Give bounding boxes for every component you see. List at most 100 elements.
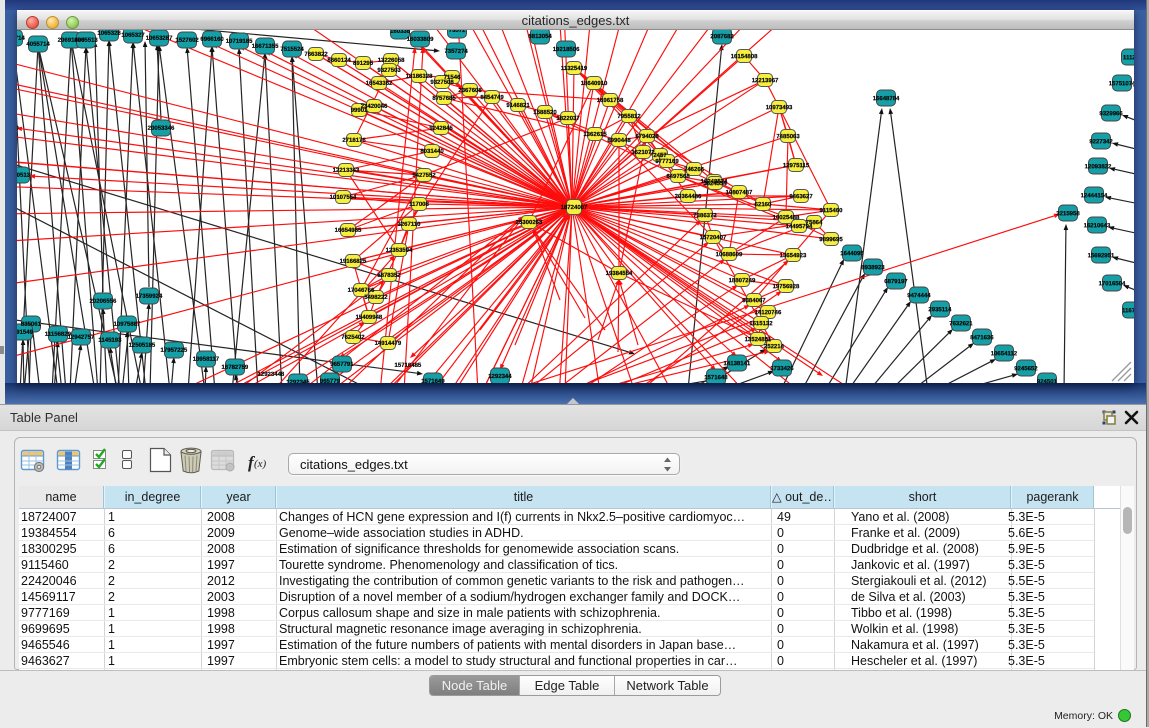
svg-text:25300263: 25300263 — [516, 220, 543, 226]
svg-text:10807487: 10807487 — [726, 190, 753, 196]
svg-text:9427552: 9427552 — [412, 173, 436, 179]
svg-text:1588520: 1588520 — [533, 110, 557, 116]
svg-text:1621072: 1621072 — [631, 150, 655, 156]
svg-text:14138141: 14138141 — [724, 361, 751, 367]
svg-text:9115460: 9115460 — [819, 208, 843, 214]
svg-text:9899695: 9899695 — [819, 237, 843, 243]
svg-text:835061: 835061 — [21, 322, 42, 328]
svg-text:891295: 891295 — [353, 61, 374, 67]
svg-text:12942757: 12942757 — [68, 335, 95, 341]
svg-text:14914479: 14914479 — [375, 341, 402, 347]
svg-text:8454749: 8454749 — [480, 95, 504, 101]
svg-text:9474444: 9474444 — [907, 293, 931, 299]
svg-text:9146821: 9146821 — [506, 103, 530, 109]
svg-text:8990448: 8990448 — [607, 138, 631, 144]
svg-text:10719185: 10719185 — [226, 39, 253, 45]
svg-text:2718176: 2718176 — [342, 138, 366, 144]
svg-text:20053346: 20053346 — [148, 126, 175, 132]
svg-text:11125: 11125 — [1123, 55, 1134, 61]
svg-text:7515524: 7515524 — [280, 47, 304, 53]
svg-text:9245652: 9245652 — [1014, 366, 1038, 372]
svg-text:16033809: 16033809 — [407, 37, 434, 43]
svg-text:12975115: 12975115 — [783, 163, 810, 169]
svg-text:2367608: 2367608 — [458, 88, 482, 94]
svg-text:16648784: 16648784 — [873, 96, 900, 102]
svg-text:6879197: 6879197 — [884, 279, 908, 285]
svg-text:16671355: 16671355 — [252, 44, 279, 50]
svg-text:15692951: 15692951 — [1088, 253, 1115, 259]
svg-text:6794028: 6794028 — [635, 134, 659, 140]
svg-text:18640910: 18640910 — [581, 81, 608, 87]
svg-text:9242845: 9242845 — [429, 126, 453, 132]
svg-text:4055714: 4055714 — [26, 42, 50, 48]
svg-text:17046766: 17046766 — [348, 288, 375, 294]
svg-text:14120746: 14120746 — [755, 310, 782, 316]
svg-text:15720407: 15720407 — [700, 235, 727, 241]
svg-text:10107554: 10107554 — [330, 195, 357, 201]
svg-text:12093822: 12093822 — [1085, 164, 1112, 170]
svg-text:252214: 252214 — [764, 344, 785, 350]
svg-text:1292344: 1292344 — [488, 374, 512, 380]
svg-text:16782759: 16782759 — [222, 365, 249, 371]
svg-text:9327503: 9327503 — [377, 68, 401, 74]
svg-text:10958117: 10958117 — [193, 357, 220, 363]
svg-text:5878352: 5878352 — [377, 273, 401, 279]
svg-text:75864: 75864 — [806, 220, 823, 226]
svg-text:8813054: 8813054 — [528, 34, 552, 40]
svg-text:19218506: 19218506 — [553, 47, 580, 53]
svg-text:9329966: 9329966 — [1099, 111, 1123, 117]
svg-text:1145193: 1145193 — [98, 338, 122, 344]
svg-text:991549: 991549 — [17, 330, 34, 336]
svg-text:13654923: 13654923 — [780, 253, 807, 259]
svg-text:19384554: 19384554 — [606, 271, 633, 277]
svg-text:1065328: 1065328 — [97, 31, 121, 37]
svg-text:16154808: 16154808 — [731, 54, 758, 60]
svg-text:3624554: 3624554 — [703, 181, 727, 187]
svg-text:17359924: 17359924 — [136, 294, 163, 300]
svg-text:17957225: 17957225 — [161, 348, 188, 354]
svg-text:4055714: 4055714 — [17, 36, 25, 42]
svg-text:12353594: 12353594 — [386, 248, 413, 254]
svg-text:15716485: 15716485 — [395, 363, 422, 369]
svg-text:10973493: 10973493 — [766, 105, 793, 111]
svg-text:8757685: 8757685 — [432, 96, 456, 102]
svg-text:15409948: 15409948 — [356, 315, 383, 321]
svg-text:6966160: 6966160 — [200, 37, 224, 43]
svg-text:18807249: 18807249 — [729, 278, 756, 284]
svg-text:19166825: 19166825 — [340, 259, 367, 265]
svg-text:9227342: 9227342 — [1089, 139, 1113, 145]
svg-text:116753: 116753 — [1122, 308, 1134, 314]
svg-text:1644095: 1644095 — [840, 251, 864, 257]
svg-text:9657791: 9657791 — [330, 362, 354, 368]
svg-text:7386372: 7386372 — [693, 213, 717, 219]
svg-text:10688609: 10688609 — [716, 252, 743, 258]
svg-text:924501: 924501 — [1037, 379, 1058, 383]
svg-text:7485063: 7485063 — [776, 134, 800, 140]
svg-text:73572: 73572 — [449, 30, 466, 34]
svg-text:6497568: 6497568 — [666, 174, 690, 180]
svg-text:9384067: 9384067 — [742, 298, 766, 304]
svg-text:7955812: 7955812 — [617, 114, 641, 120]
svg-text:16961758: 16961758 — [597, 98, 624, 104]
svg-text:12923448: 12923448 — [258, 372, 285, 378]
svg-text:12213967: 12213967 — [752, 78, 779, 84]
svg-text:8031440: 8031440 — [420, 149, 444, 155]
svg-text:1615132: 1615132 — [749, 321, 773, 327]
svg-text:99901: 99901 — [351, 108, 368, 114]
svg-text:2087682: 2087682 — [710, 34, 734, 40]
svg-text:9905513: 9905513 — [74, 38, 98, 44]
svg-text:117008: 117008 — [409, 202, 429, 208]
svg-text:1065327: 1065327 — [121, 33, 145, 39]
svg-text:3215958: 3215958 — [1056, 211, 1080, 217]
svg-text:8938923: 8938923 — [861, 265, 885, 271]
svg-text:18186328: 18186328 — [406, 74, 433, 80]
svg-text:12505185: 12505185 — [129, 343, 156, 349]
svg-text:8660124: 8660124 — [327, 58, 351, 64]
svg-text:8471636: 8471636 — [970, 335, 994, 341]
svg-text:13226058: 13226058 — [378, 58, 405, 64]
svg-text:160338: 160338 — [390, 30, 411, 35]
svg-text:20206556: 20206556 — [90, 299, 117, 305]
svg-text:16543362: 16543362 — [366, 81, 393, 87]
svg-text:18724007: 18724007 — [561, 205, 588, 211]
svg-text:10975887: 10975887 — [114, 322, 141, 328]
